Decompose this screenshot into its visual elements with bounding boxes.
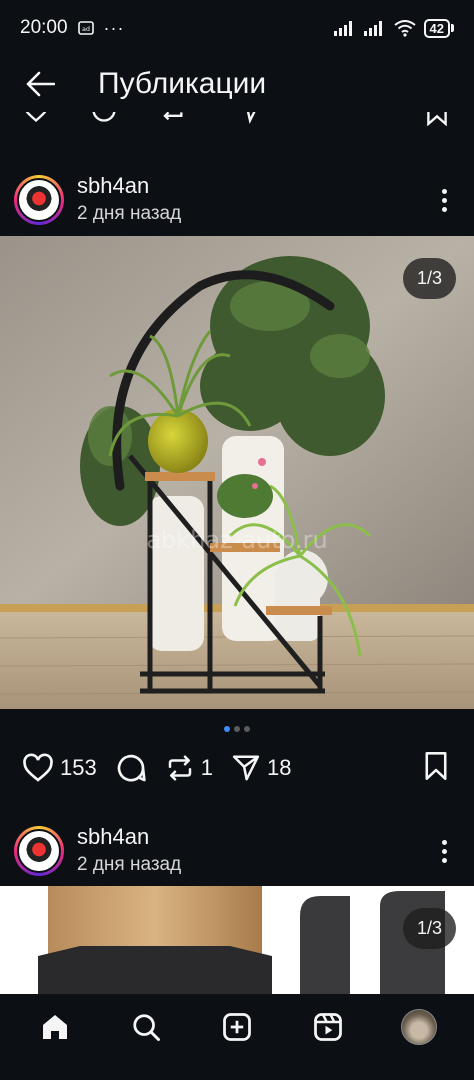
heart-icon [25,112,47,123]
home-icon [43,1015,68,1039]
create-icon [223,1013,251,1041]
save-button[interactable] [422,751,450,786]
app-header: Публикации [0,56,474,112]
share-button[interactable]: 18 [231,753,291,783]
carousel-dot [234,726,240,732]
bookmark-icon [427,112,447,126]
comment-icon [92,112,116,122]
nav-search[interactable] [116,997,176,1057]
post-time: 2 дня назад [77,854,182,875]
image-counter: 1/3 [402,258,456,299]
nav-profile[interactable] [389,997,449,1057]
like-button[interactable]: 153 [22,753,97,783]
post-photo[interactable]: abkhaz-auto.ru 1/3 [0,236,474,709]
repost-button[interactable]: 1 [165,753,213,783]
arrow-left-icon [26,71,55,97]
plant-stand-photo: abkhaz-auto.ru [0,236,474,709]
like-count: 153 [60,755,97,780]
search-icon [133,1014,161,1041]
bookmark-icon [425,751,447,780]
send-icon [232,755,260,781]
wifi-icon [393,19,416,37]
carousel-indicator [0,726,474,732]
previous-post-actions [0,112,474,132]
heart-icon [23,753,53,782]
furniture-legs-photo [0,886,474,994]
signal-icon [333,20,356,36]
post-username[interactable]: sbh4an [77,172,181,200]
post-username[interactable]: sbh4an [77,823,181,851]
svg-text:ad: ad [81,25,89,33]
avatar[interactable] [14,175,64,225]
post-time: 2 дня назад [77,203,182,224]
send-icon [246,112,256,124]
signal-icon [363,20,386,36]
comment-icon [117,754,146,782]
carousel-dot [224,726,230,732]
post-photo[interactable]: 1/3 [0,886,474,994]
repost-icon [163,112,183,121]
more-options-icon[interactable] [432,839,456,863]
repost-count: 1 [200,755,213,780]
post-header: sbh4an 2 дня назад [0,818,474,884]
more-options-icon[interactable] [432,188,456,212]
reels-icon [313,1013,342,1041]
more-notifications-icon: ··· [103,17,125,38]
profile-avatar [400,1009,437,1045]
ad-notification-icon: ad [77,21,94,35]
battery-indicator: 42 [423,18,454,38]
bottom-navigation [0,994,474,1080]
nav-home[interactable] [25,997,85,1057]
page-title: Публикации [98,67,267,100]
nav-reels[interactable] [298,997,358,1057]
battery-level: 42 [423,18,450,38]
carousel-dot [244,726,250,732]
repost-icon [168,755,191,781]
share-count: 18 [266,755,292,780]
image-counter: 1/3 [402,908,456,949]
avatar[interactable] [14,826,64,876]
nav-create[interactable] [207,997,267,1057]
photo-watermark: abkhaz-auto.ru [146,526,327,554]
status-time: 20:00 [20,17,68,38]
post-actions: 153 1 18 [0,745,474,791]
comment-button[interactable] [115,752,147,784]
post-header: sbh4an 2 дня назад [0,167,474,233]
status-bar: 20:00 ad ··· 42 [0,0,474,56]
back-button[interactable] [0,71,80,97]
